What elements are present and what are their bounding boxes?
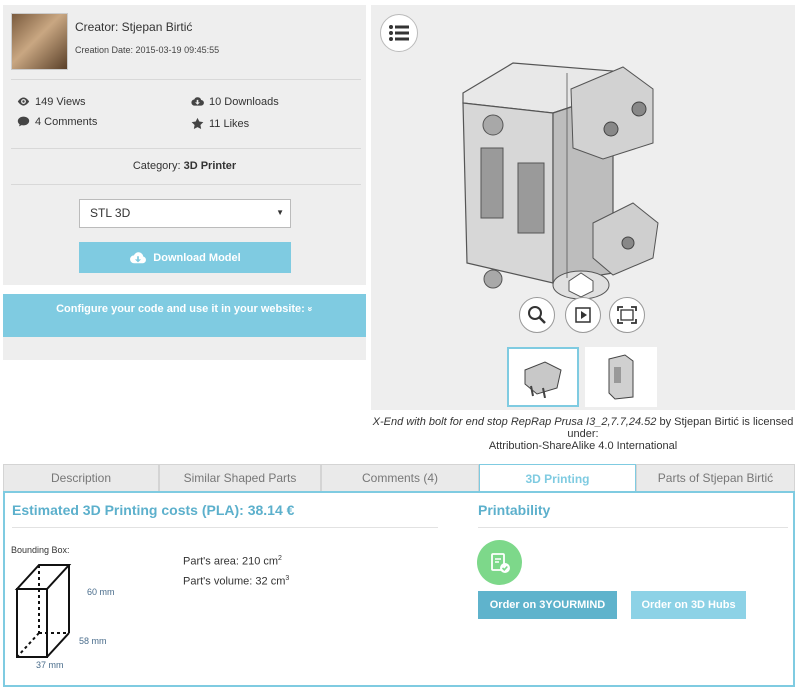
zoom-icon [528,306,546,324]
cloud-download-icon [130,251,147,263]
creation-date: Creation Date: 2015-03-19 09:45:55 [75,45,220,55]
avatar[interactable] [11,13,68,70]
category-label: Category: [132,160,181,172]
tab-comments[interactable]: Comments (4) [321,464,479,492]
category-value[interactable]: 3D Printer [184,160,237,172]
thumbnail[interactable] [507,347,579,407]
downloads-stat: 10 Downloads [191,95,279,108]
fullscreen-icon [617,306,637,324]
creator-name[interactable]: Creator: Stjepan Birtić [75,20,192,34]
model-3d-viewer[interactable] [371,5,795,343]
tab-3d-printing[interactable]: 3D Printing [479,464,636,493]
likes-count: 11 Likes [209,117,250,130]
likes-stat[interactable]: 11 Likes [191,117,249,130]
license-name[interactable]: Attribution-ShareAlike 4.0 International [489,440,677,452]
divider [11,184,361,185]
play-button[interactable] [565,297,601,333]
printable-check-icon [477,540,522,585]
chevron-down-icon: ▼ [276,208,284,217]
comments-count: 4 Comments [35,115,98,128]
downloads-count: 10 Downloads [209,95,279,108]
bounding-box-label: Bounding Box: [11,545,70,555]
play-icon [575,307,591,323]
divider [12,527,438,528]
views-count: 149 Views [35,95,86,108]
format-select-value: STL 3D [90,206,131,220]
tab-description[interactable]: Description [3,464,159,492]
bounding-box-diagram [14,564,72,658]
part-area: Part's area: 210 cm2 [183,555,282,568]
configure-embed-button[interactable]: Configure your code and use it in your w… [3,294,366,337]
double-chevron-down-icon: » [305,306,316,312]
thumbnail-strip [371,343,795,410]
fullscreen-button[interactable] [609,297,645,333]
order-3dhubs-button[interactable]: Order on 3D Hubs [631,591,746,619]
download-model-label: Download Model [153,251,241,264]
views-stat: 149 Views [17,95,86,108]
comment-icon [17,116,30,127]
divider [11,79,361,80]
tab-similar-shaped-parts[interactable]: Similar Shaped Parts [159,464,321,492]
model-info-panel: Creator: Stjepan Birtić Creation Date: 2… [3,5,366,285]
order-3yourmind-button[interactable]: Order on 3YOURMIND [478,591,617,619]
area-unit-exponent: 2 [278,555,282,562]
format-select[interactable]: STL 3D ▼ [79,199,291,228]
printing-cost-heading: Estimated 3D Printing costs (PLA): 38.14… [12,502,295,518]
printing-tab-panel: Estimated 3D Printing costs (PLA): 38.14… [3,491,795,687]
part-volume-text: Part's volume: 32 cm [183,575,286,588]
tab-parts-of-author[interactable]: Parts of Stjepan Birtić [636,464,795,492]
license-text: X-End with bolt for end stop RepRap Prus… [371,416,795,452]
model-title[interactable]: X-End with bolt for end stop RepRap Prus… [373,416,657,428]
dimension-depth: 58 mm [79,636,107,646]
volume-unit-exponent: 3 [285,575,290,582]
configure-panel: Configure your code and use it in your w… [3,294,366,360]
part-area-text: Part's area: 210 cm [183,555,279,568]
configure-label: Configure your code and use it in your w… [56,303,305,315]
dimension-height: 60 mm [87,587,115,597]
category-line: Category: 3D Printer [3,160,366,172]
tab-bar: Description Similar Shaped Parts Comment… [3,464,795,493]
star-icon[interactable] [191,117,204,130]
cloud-download-icon [191,97,204,106]
comments-stat: 4 Comments [17,115,97,128]
divider [478,527,788,528]
dimension-width: 37 mm [36,660,64,670]
divider [11,148,361,149]
part-volume: Part's volume: 32 cm3 [183,575,289,588]
model-render [462,62,659,300]
download-model-button[interactable]: Download Model [79,242,291,273]
viewer-menu-button[interactable] [380,14,418,52]
zoom-button[interactable] [519,297,555,333]
eye-icon [17,97,30,106]
printability-heading: Printability [478,502,551,518]
list-menu-icon [389,25,409,41]
thumbnail[interactable] [585,347,657,407]
